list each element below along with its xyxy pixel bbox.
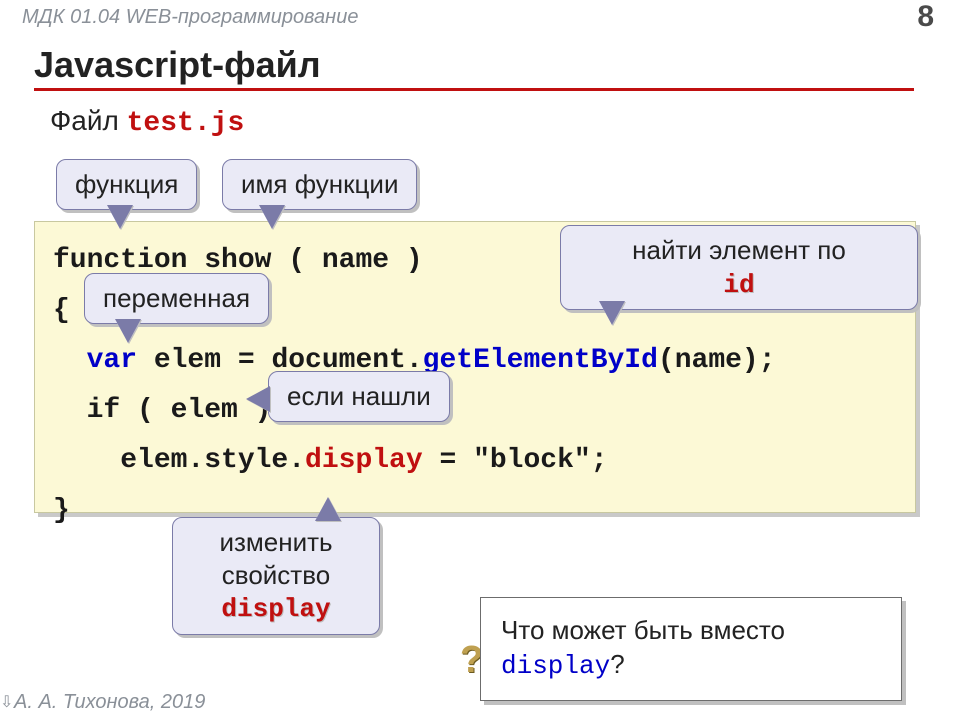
page-title: Javascript-файл	[34, 44, 960, 86]
callout-function-kw-label: функция	[75, 168, 178, 201]
page-number: 8	[917, 0, 934, 34]
callout-find-by-id-text: найти элемент по	[632, 235, 846, 265]
callout-function-name: имя функции	[222, 159, 417, 210]
code-brace-close: }	[53, 495, 70, 526]
question-text-pre: Что может быть вместо	[501, 615, 785, 645]
code-if: if ( elem )	[53, 395, 271, 426]
callout-change-prop-text: изменить свойство	[219, 527, 332, 590]
callout-change-prop-kw: display	[221, 594, 330, 624]
callout-variable: переменная	[84, 273, 269, 324]
callout-change-prop-tail	[316, 497, 340, 519]
callout-function-kw: функция	[56, 159, 197, 210]
code-call-end: (name);	[658, 345, 776, 376]
callout-change-prop-label: изменить свойство display	[191, 526, 361, 626]
callout-find-by-id-tail	[600, 303, 624, 325]
question-text-post: ?	[610, 649, 624, 679]
callout-function-kw-tail	[108, 207, 132, 229]
question-kw: display	[501, 651, 610, 681]
code-style: elem.style.	[53, 445, 305, 476]
title-underline	[34, 88, 914, 91]
footer-icon: ⇩	[0, 692, 12, 716]
callout-if-found-label: если нашли	[287, 380, 431, 413]
question-box: Что может быть вместо display?	[480, 597, 902, 701]
breadcrumb: МДК 01.04 WEB-программирование	[22, 6, 358, 29]
code-assign: = "block";	[423, 445, 608, 476]
footer-author: А. А. Тихонова, 2019	[14, 691, 205, 714]
subtitle-prefix: Файл	[50, 105, 127, 136]
callout-function-name-label: имя функции	[241, 168, 398, 201]
callout-function-name-tail	[260, 207, 284, 229]
kw-function: function	[53, 245, 187, 276]
callout-if-found-tail	[248, 387, 270, 411]
callout-find-by-id-label: найти элемент по id	[579, 234, 899, 301]
slide-header: МДК 01.04 WEB-программирование 8	[0, 0, 960, 38]
kw-display: display	[305, 445, 423, 476]
kw-getelementbyid: getElementById	[423, 345, 658, 376]
callout-variable-label: переменная	[103, 282, 250, 315]
callout-variable-tail	[116, 321, 140, 343]
subtitle-filename: test.js	[127, 108, 245, 139]
callout-if-found: если нашли	[268, 371, 450, 422]
code-brace-open: {	[53, 295, 70, 326]
callout-find-by-id-kw: id	[723, 270, 754, 300]
callout-find-by-id: найти элемент по id	[560, 225, 918, 310]
code-fn-sig: show ( name )	[187, 245, 422, 276]
subtitle: Файл test.js	[50, 105, 960, 139]
stage: function show ( name ) { var elem = docu…	[0, 139, 960, 699]
callout-change-prop: изменить свойство display	[172, 517, 380, 635]
kw-var: var	[53, 345, 137, 376]
